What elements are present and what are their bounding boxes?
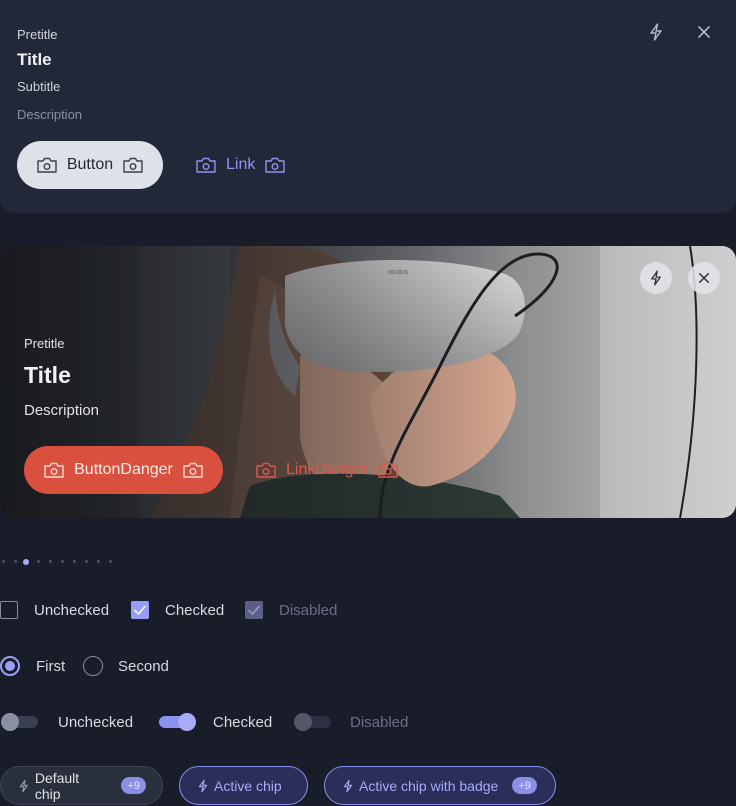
card-subtitle: Subtitle: [17, 79, 61, 94]
radio-label: Second: [118, 658, 169, 675]
close-icon[interactable]: [688, 16, 720, 48]
checkbox-unchecked[interactable]: [0, 601, 18, 619]
checkbox-checked[interactable]: [131, 601, 149, 619]
camera-icon: [183, 462, 203, 478]
pagination-dot[interactable]: [73, 560, 76, 563]
chip-label: Default chip: [34, 769, 80, 802]
pagination-dot-active[interactable]: [23, 559, 29, 565]
primary-button-label: Button: [66, 156, 114, 173]
radio-row: First Second: [0, 654, 200, 678]
toggle-label: Checked: [213, 714, 273, 731]
chip-badge: +9: [121, 777, 146, 794]
chip-active[interactable]: Active chip: [179, 766, 308, 805]
bolt-icon[interactable]: [640, 262, 672, 294]
toggle-unchecked[interactable]: [0, 712, 40, 732]
pagination-dot[interactable]: [61, 560, 64, 563]
checkbox-label: Unchecked: [34, 602, 110, 619]
radio-second[interactable]: [83, 656, 103, 676]
card-pretitle: Pretitle: [24, 336, 65, 351]
camera-icon: [123, 157, 143, 173]
danger-link-label: LinkDanger: [286, 461, 368, 478]
pagination-dot[interactable]: [14, 560, 17, 563]
pagination-dot[interactable]: [109, 560, 112, 563]
danger-button[interactable]: ButtonDanger: [24, 446, 223, 494]
chip-default[interactable]: Default chip +9: [0, 766, 163, 805]
pagination-dot[interactable]: [85, 560, 88, 563]
danger-link[interactable]: LinkDanger: [256, 446, 398, 494]
radio-first[interactable]: [0, 656, 20, 676]
chip-badge: +9: [512, 777, 537, 794]
checkbox-label: Checked: [165, 602, 225, 619]
bolt-icon: [19, 779, 28, 792]
check-icon: [134, 605, 146, 615]
bolt-icon[interactable]: [640, 16, 672, 48]
radio-label: First: [36, 658, 66, 675]
camera-icon: [196, 157, 216, 173]
camera-icon: [44, 462, 64, 478]
card-title: Title: [17, 50, 52, 69]
card-title: Title: [24, 362, 71, 388]
primary-button[interactable]: Button: [17, 141, 163, 189]
pagination-dot[interactable]: [97, 560, 100, 563]
checkbox-disabled: [245, 601, 263, 619]
link-label: Link: [226, 156, 256, 173]
toggle-checked[interactable]: [157, 712, 197, 732]
chip-label: Active chip with badge: [359, 777, 499, 794]
card-pretitle: Pretitle: [17, 27, 58, 42]
bolt-icon: [343, 779, 353, 792]
checkbox-label: Disabled: [279, 602, 338, 619]
image-card: oculus Pretitle Title Description Button…: [0, 246, 736, 518]
card-description: Description: [17, 107, 83, 122]
close-icon[interactable]: [688, 262, 720, 294]
toggle-row: Unchecked Checked Disabled: [0, 710, 420, 734]
camera-icon: [37, 157, 57, 173]
danger-button-label: ButtonDanger: [74, 461, 173, 478]
toggle-label: Disabled: [350, 714, 409, 731]
toggle-disabled: [294, 713, 331, 731]
toggle-label: Unchecked: [58, 714, 134, 731]
camera-icon: [378, 462, 398, 478]
chip-active-with-badge[interactable]: Active chip with badge +9: [324, 766, 556, 805]
link-button[interactable]: Link: [196, 141, 286, 189]
bolt-icon: [198, 779, 208, 792]
checkbox-row: Unchecked Checked Disabled: [0, 598, 360, 622]
pagination-dot[interactable]: [2, 560, 5, 563]
camera-icon: [265, 157, 286, 173]
camera-icon: [256, 462, 276, 478]
info-card: Pretitle Title Subtitle Description Butt…: [0, 0, 736, 213]
card-description: Description: [24, 402, 100, 419]
pagination-dot[interactable]: [49, 560, 52, 563]
check-icon: [248, 605, 260, 615]
chip-label: Active chip: [214, 777, 282, 794]
pagination-dot[interactable]: [37, 560, 40, 563]
